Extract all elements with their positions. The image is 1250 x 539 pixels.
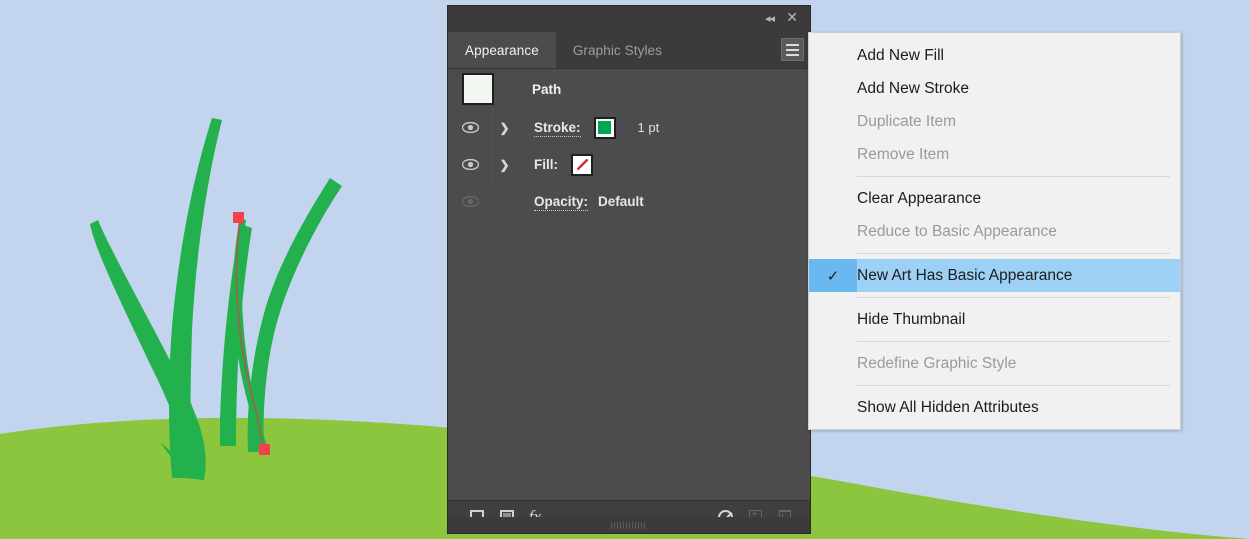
path-anchor-point-bottom[interactable] xyxy=(259,444,270,455)
fill-label-cell: Fill: xyxy=(516,157,558,172)
eye-icon xyxy=(461,122,479,133)
collapse-panel-icon[interactable]: ◂◂ xyxy=(765,13,775,25)
eye-icon-disabled xyxy=(461,196,479,207)
menu-item-new-art-has-basic-appearance[interactable]: ✓ New Art Has Basic Appearance xyxy=(809,259,1180,292)
path-anchor-point-top[interactable] xyxy=(233,212,244,223)
panel-titlebar: ◂◂ ✕ xyxy=(448,6,810,32)
none-color-icon xyxy=(575,158,589,171)
stroke-label-cell: Stroke: xyxy=(516,120,581,137)
fill-visibility-toggle[interactable] xyxy=(448,159,492,170)
menu-check-cell xyxy=(809,138,857,171)
stroke-visibility-toggle[interactable] xyxy=(448,122,492,133)
menu-item-label: Reduce to Basic Appearance xyxy=(857,222,1057,240)
panel-menu-icon[interactable] xyxy=(781,38,804,61)
appearance-row-path[interactable]: Path xyxy=(448,69,810,109)
stroke-label[interactable]: Stroke: xyxy=(534,120,581,137)
menu-item-label: Remove Item xyxy=(857,145,950,163)
menu-separator xyxy=(857,253,1170,254)
tab-graphic-styles-label: Graphic Styles xyxy=(572,42,662,58)
fill-label[interactable]: Fill: xyxy=(534,157,558,172)
opacity-label[interactable]: Opacity: xyxy=(534,194,589,211)
stroke-color-chip xyxy=(598,121,612,134)
path-thumbnail[interactable] xyxy=(462,73,494,105)
opacity-spacer xyxy=(492,183,516,220)
opacity-value[interactable]: Default xyxy=(598,194,644,209)
hamburger-line xyxy=(786,48,799,51)
appearance-list: Path ❯ Stroke: 1 pt ❯ Fill: Opacity: Def… xyxy=(448,69,810,500)
menu-item-label: Add New Stroke xyxy=(857,79,969,97)
opacity-visibility-toggle xyxy=(448,196,492,207)
stroke-color-swatch[interactable] xyxy=(593,116,616,139)
path-title: Path xyxy=(532,81,562,97)
grip-lines-icon xyxy=(611,521,647,529)
appearance-panel: ◂◂ ✕ Appearance Graphic Styles Path ❯ St… xyxy=(448,6,810,533)
tab-appearance[interactable]: Appearance xyxy=(448,32,556,68)
menu-item-remove-item: Remove Item xyxy=(809,138,1180,171)
app-window: ◂◂ ✕ Appearance Graphic Styles Path ❯ St… xyxy=(0,0,1250,539)
menu-check-cell xyxy=(809,347,857,380)
menu-check-cell xyxy=(809,215,857,248)
menu-item-label: Clear Appearance xyxy=(857,189,982,207)
menu-check-cell xyxy=(809,303,857,336)
appearance-panel-flyout-menu: Add New Fill Add New Stroke Duplicate It… xyxy=(808,32,1181,430)
hamburger-line xyxy=(786,43,799,46)
stroke-expand-toggle[interactable]: ❯ xyxy=(492,109,516,146)
chevron-right-icon: ❯ xyxy=(499,120,510,135)
eye-icon xyxy=(461,159,479,170)
panel-tab-strip: Appearance Graphic Styles xyxy=(448,32,810,69)
panel-resize-grip[interactable] xyxy=(448,517,810,533)
menu-check-cell xyxy=(809,182,857,215)
stroke-weight-value[interactable]: 1 pt xyxy=(638,120,660,135)
menu-separator xyxy=(857,385,1170,386)
fill-expand-toggle[interactable]: ❯ xyxy=(492,146,516,183)
appearance-row-opacity[interactable]: Opacity: Default xyxy=(448,183,810,220)
menu-check-cell xyxy=(809,391,857,424)
fill-color-swatch[interactable] xyxy=(571,153,593,176)
tab-graphic-styles[interactable]: Graphic Styles xyxy=(556,32,679,68)
menu-item-label: Hide Thumbnail xyxy=(857,310,966,328)
menu-item-duplicate-item: Duplicate Item xyxy=(809,105,1180,138)
menu-check-cell xyxy=(809,72,857,105)
menu-item-add-new-fill[interactable]: Add New Fill xyxy=(809,39,1180,72)
menu-item-hide-thumbnail[interactable]: Hide Thumbnail xyxy=(809,303,1180,336)
close-panel-icon[interactable]: ✕ xyxy=(786,10,798,24)
menu-item-reduce-to-basic-appearance: Reduce to Basic Appearance xyxy=(809,215,1180,248)
opacity-label-cell: Opacity: xyxy=(516,194,589,211)
hamburger-line xyxy=(786,53,799,56)
menu-item-label: Show All Hidden Attributes xyxy=(857,398,1039,416)
check-icon: ✓ xyxy=(809,259,857,292)
menu-separator xyxy=(857,297,1170,298)
tab-appearance-label: Appearance xyxy=(465,42,539,58)
menu-separator xyxy=(857,341,1170,342)
menu-item-clear-appearance[interactable]: Clear Appearance xyxy=(809,182,1180,215)
menu-item-show-all-hidden-attributes[interactable]: Show All Hidden Attributes xyxy=(809,391,1180,424)
menu-item-label: Duplicate Item xyxy=(857,112,957,130)
menu-item-label: Add New Fill xyxy=(857,46,944,64)
appearance-row-fill[interactable]: ❯ Fill: xyxy=(448,146,810,183)
appearance-row-stroke[interactable]: ❯ Stroke: 1 pt xyxy=(448,109,810,146)
chevron-right-icon: ❯ xyxy=(499,157,510,172)
menu-check-cell xyxy=(809,105,857,138)
menu-item-label: Redefine Graphic Style xyxy=(857,354,1017,372)
menu-item-add-new-stroke[interactable]: Add New Stroke xyxy=(809,72,1180,105)
menu-item-redefine-graphic-style: Redefine Graphic Style xyxy=(809,347,1180,380)
menu-separator xyxy=(857,176,1170,177)
menu-check-cell xyxy=(809,39,857,72)
menu-item-label: New Art Has Basic Appearance xyxy=(857,266,1073,284)
